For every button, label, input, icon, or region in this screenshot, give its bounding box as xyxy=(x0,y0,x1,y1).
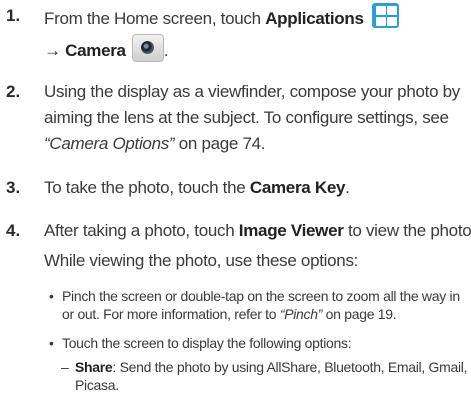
step-number: 1. xyxy=(6,6,21,25)
step-line: While viewing the photo, use these optio… xyxy=(44,251,359,270)
step-line: From the Home screen, touch Applications xyxy=(44,3,467,32)
dash-symbol: – xyxy=(61,359,69,375)
bullet-symbol: • xyxy=(49,335,54,351)
manual-page: 1. From the Home screen, touch Applicati… xyxy=(0,0,471,394)
cross-reference: “Pinch” xyxy=(279,306,323,322)
sub-text-run: : Send the photo by using AllShare, Blue… xyxy=(112,359,471,375)
camera-icon xyxy=(131,34,164,62)
bullet-line: Touch the screen to display the followin… xyxy=(62,335,352,351)
bullet-item: • Touch the screen to display the follow… xyxy=(49,334,467,352)
step-text: From the Home screen, touch Applications… xyxy=(44,3,467,64)
step-bold-term: Camera Key xyxy=(249,178,346,197)
step-text-run: From the Home screen, touch xyxy=(44,9,266,28)
bullet-item: • Pinch the screen or double-tap on the … xyxy=(49,287,467,323)
step-line: → Camera. xyxy=(44,34,467,64)
step-text: After taking a photo, touch Image Viewer… xyxy=(44,218,471,274)
bullet-text-run: or out. For more information, refer to xyxy=(62,306,280,322)
step-line: Using the display as a viewfinder, compo… xyxy=(44,82,460,101)
step-line: To take the photo, touch the Camera Key. xyxy=(44,175,467,201)
bullet-line: Pinch the screen or double-tap on the sc… xyxy=(62,288,460,304)
step-line: “Camera Options” on page 74. xyxy=(44,131,467,157)
step-text-run: to view the photo. xyxy=(343,221,471,240)
step-text-run: . xyxy=(163,41,169,60)
bullet-symbol: • xyxy=(49,288,54,304)
step-text: Using the display as a viewfinder, compo… xyxy=(44,79,467,157)
step-text-run: After taking a photo, touch xyxy=(44,221,239,240)
step-text-run: To take the photo, touch the xyxy=(44,178,250,197)
step-number: 4. xyxy=(6,221,21,240)
step-bold-term: Image Viewer xyxy=(238,221,344,240)
sub-line: Share: Send the photo by using AllShare,… xyxy=(75,358,471,376)
bullet-text-run: on page 19. xyxy=(322,306,397,322)
step-line: aiming the lens at the subject. To confi… xyxy=(44,108,449,127)
option-bold-term: Share xyxy=(75,359,113,375)
cross-reference: “Camera Options” xyxy=(44,134,175,153)
applications-grid-icon xyxy=(371,3,399,28)
step-line: After taking a photo, touch Image Viewer… xyxy=(44,218,471,244)
step-text: To take the photo, touch the Camera Key. xyxy=(44,175,467,201)
step-bold-term: Applications xyxy=(265,9,364,28)
step-number: 2. xyxy=(6,82,21,101)
arrow-symbol: → xyxy=(44,41,66,60)
share-option-item: – Share: Send the photo by using AllShar… xyxy=(61,358,471,394)
step-bold-term: Camera xyxy=(65,41,126,60)
sub-line: Picasa. xyxy=(75,377,119,393)
step-text-run: on page 74. xyxy=(174,134,266,153)
bullet-line: or out. For more information, refer to “… xyxy=(62,305,467,323)
step-number: 3. xyxy=(6,178,21,197)
step-text-run: . xyxy=(345,178,350,197)
